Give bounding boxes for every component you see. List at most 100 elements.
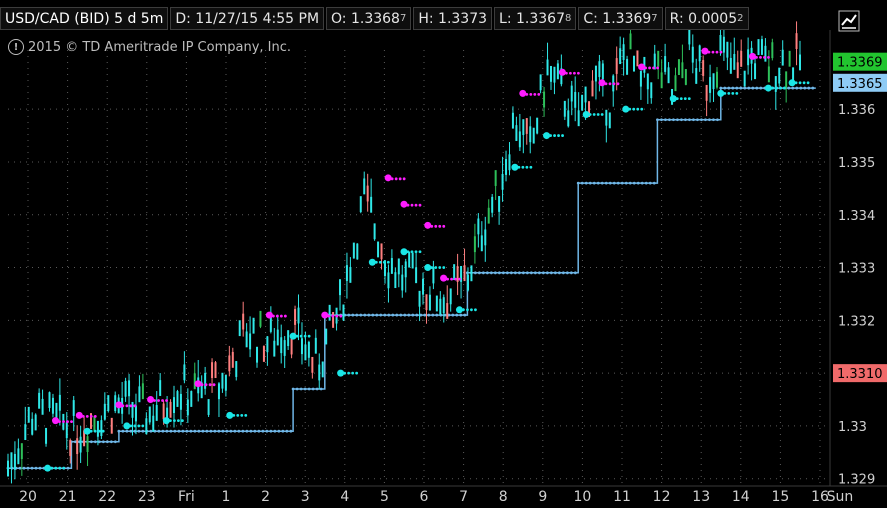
y-tick-label: 1.336 xyxy=(838,103,875,118)
candle-body xyxy=(287,330,290,346)
trailing-stop-dot xyxy=(644,181,648,185)
trailing-stop-dot xyxy=(299,387,303,391)
resistance-trail-dot xyxy=(208,383,212,387)
trailing-stop-dot xyxy=(285,429,289,433)
trailing-stop-dot xyxy=(205,429,209,433)
resistance-trail-dot xyxy=(58,420,61,424)
trailing-stop-dot xyxy=(347,313,351,317)
x-tick-label: 11 xyxy=(613,489,631,505)
candle-body xyxy=(646,73,649,90)
symbol-label[interactable]: USD/CAD (BID) 5 d 5m xyxy=(0,7,169,30)
support-trail-dot xyxy=(521,165,525,169)
support-trail-dot xyxy=(778,86,782,90)
support-trail-dot xyxy=(596,113,600,116)
candle-body xyxy=(141,383,144,400)
trailing-stop-dot xyxy=(580,181,584,185)
candle-body xyxy=(664,56,667,72)
candle-body xyxy=(622,44,625,61)
candle-body xyxy=(162,403,165,420)
candle-body xyxy=(51,397,54,414)
info-icon[interactable]: ! xyxy=(8,39,24,55)
candle-body xyxy=(256,346,259,363)
support-trail-dot xyxy=(386,260,390,264)
y-tick-label: 1.332 xyxy=(838,314,875,329)
price-chart[interactable]: 1.3291.331.3311.3321.3331.3341.3351.3362… xyxy=(0,0,887,508)
resistance-dot xyxy=(52,417,60,425)
chart-style-icon[interactable] xyxy=(838,10,860,32)
candle-body xyxy=(173,397,176,413)
trailing-stop-dot xyxy=(431,313,435,317)
trailing-stop-dot xyxy=(497,271,501,275)
candle-body xyxy=(463,265,466,282)
support-trail-dot xyxy=(549,134,552,137)
trailing-stop-dot xyxy=(233,429,237,433)
candle-body xyxy=(698,45,701,62)
resistance-dot xyxy=(558,68,566,76)
trailing-stop-dot xyxy=(656,118,659,122)
candle-body xyxy=(657,50,660,67)
resistance-trail-dot xyxy=(89,414,93,418)
support-dot xyxy=(44,464,52,472)
trailing-stop-dot xyxy=(383,313,387,317)
candle-body xyxy=(24,424,27,441)
trailing-stop-dot xyxy=(640,181,644,185)
candle-body xyxy=(300,338,303,355)
resistance-trail-dot xyxy=(93,414,97,418)
y-tick-label: 1.333 xyxy=(838,262,875,277)
trailing-stop-dot xyxy=(660,118,663,122)
trailing-stop-dot xyxy=(395,313,399,317)
candle-body xyxy=(363,178,366,195)
resistance-dot xyxy=(440,274,448,282)
y-tick-label: 1.334 xyxy=(838,209,875,224)
candle-body xyxy=(470,265,473,282)
resistance-trail-dot xyxy=(70,420,73,424)
resistance-trail-dot xyxy=(85,414,89,418)
trailing-stop-dot xyxy=(261,429,265,433)
trailing-stop-dot xyxy=(355,313,359,317)
x-tick-label: 21 xyxy=(59,489,77,505)
resistance-trail-dot xyxy=(446,277,449,281)
support-trail-dot xyxy=(58,466,61,470)
candle-body xyxy=(556,63,559,80)
candle-body xyxy=(401,274,404,291)
candle-body xyxy=(7,460,9,477)
candle-body xyxy=(605,109,608,126)
candle-body xyxy=(377,241,380,258)
candle-body xyxy=(152,415,155,432)
trailing-stop-dot xyxy=(664,118,667,122)
trailing-stop-dot xyxy=(509,271,513,275)
candle-body xyxy=(778,67,781,84)
candle-body xyxy=(134,405,137,422)
resistance-trail-dot xyxy=(414,203,418,207)
resistance-trail-dot xyxy=(763,55,766,59)
trailing-stop-dot xyxy=(596,181,600,185)
trailing-stop-dot xyxy=(193,429,197,433)
trailing-stop-dot xyxy=(811,86,815,90)
support-trail-dot xyxy=(434,266,438,269)
candle-body xyxy=(155,405,158,421)
candle-body xyxy=(45,427,48,444)
trailing-stop-dot xyxy=(113,440,117,444)
trailing-stop-dot xyxy=(795,86,799,90)
candle-body xyxy=(76,438,79,455)
support-trail-dot xyxy=(679,97,683,101)
support-dot xyxy=(582,110,590,118)
trailing-stop-dot xyxy=(161,429,165,433)
x-tick-label: 7 xyxy=(459,489,468,505)
candle-body xyxy=(411,252,414,269)
candle-body xyxy=(352,242,355,259)
support-dot xyxy=(289,332,297,340)
trailing-stop-dot xyxy=(93,440,97,444)
low-cell: L: 1.3367 8 xyxy=(494,7,577,30)
candle-body xyxy=(27,406,30,423)
resistance-trail-dot xyxy=(458,277,461,281)
candle-body xyxy=(124,380,127,397)
trailing-stop-dot xyxy=(632,181,636,185)
resistance-trail-dot xyxy=(612,82,616,86)
candle-body xyxy=(498,196,501,212)
support-dot xyxy=(788,79,796,87)
candle-body xyxy=(650,82,653,99)
candle-body xyxy=(636,50,639,67)
plot-area xyxy=(0,30,830,486)
trailing-stop-dot xyxy=(125,429,129,433)
